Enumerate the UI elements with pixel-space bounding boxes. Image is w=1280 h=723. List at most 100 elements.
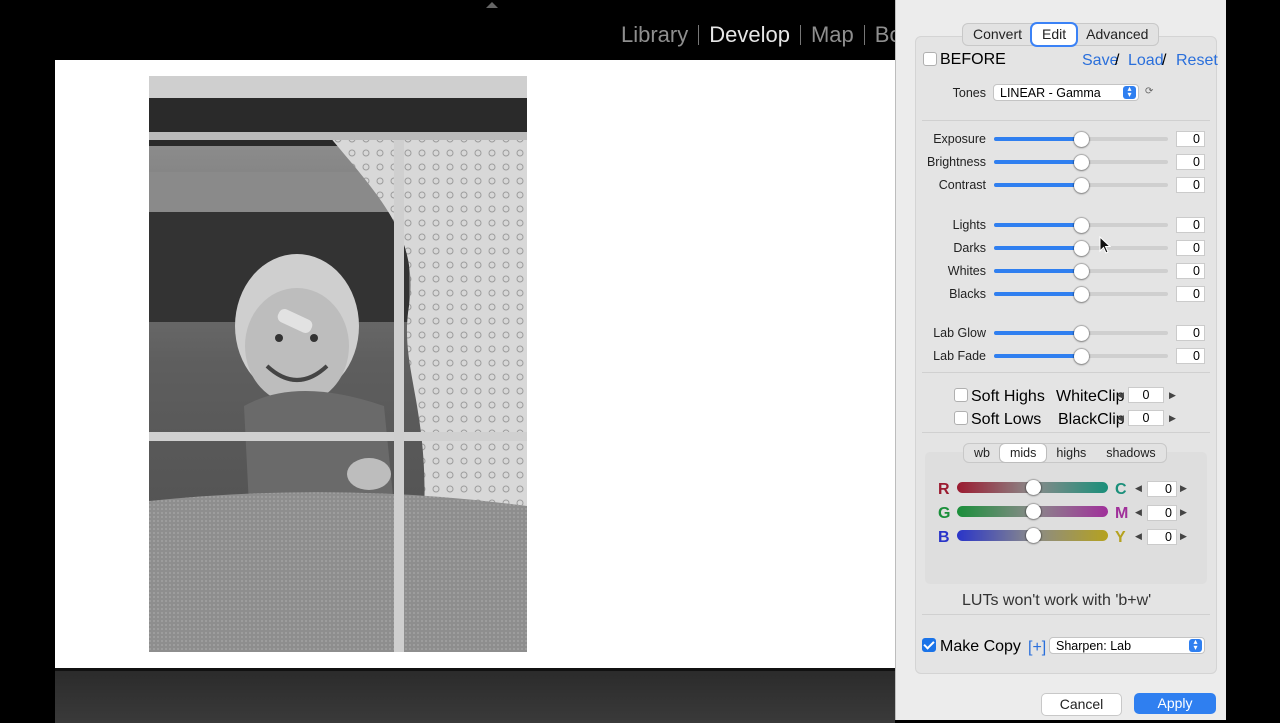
b-y-increment-icon[interactable]: ▶: [1180, 531, 1187, 542]
mode-tabs: Convert Edit Advanced: [962, 23, 1160, 46]
whites-slider-fill: [994, 269, 1081, 273]
tab-edit[interactable]: Edit: [1032, 24, 1077, 45]
mouse-cursor-icon: [1099, 236, 1111, 254]
lab-glow-slider-fill: [994, 331, 1081, 335]
soft-lows-checkbox[interactable]: [954, 411, 968, 425]
r-c-increment-icon[interactable]: ▶: [1180, 483, 1187, 494]
r-c-color-slider-thumb[interactable]: [1025, 480, 1041, 495]
module-map[interactable]: Map: [801, 22, 864, 48]
tones-label: Tones: [952, 86, 986, 100]
soft-highs-label: Soft Highs: [971, 388, 1045, 405]
load-link[interactable]: Load: [1128, 52, 1164, 70]
sharpen-select[interactable]: Sharpen: Lab ▴ ▾: [1049, 637, 1205, 654]
tab-shadows[interactable]: shadows: [1096, 444, 1165, 462]
photo-preview: [149, 76, 527, 652]
tab-wb[interactable]: wb: [964, 444, 1000, 462]
blacks-slider-thumb[interactable]: [1074, 287, 1089, 302]
blackclip-decrement-icon[interactable]: ◀: [1117, 413, 1124, 424]
tab-convert[interactable]: Convert: [963, 24, 1032, 45]
before-label: BEFORE: [940, 51, 1006, 68]
r-c-left-letter: R: [938, 481, 950, 498]
r-c-right-letter: C: [1115, 481, 1127, 498]
exposure-field[interactable]: 0: [1176, 131, 1205, 147]
before-checkbox[interactable]: [923, 52, 937, 66]
filmstrip-toolbar: [55, 668, 895, 723]
lab-fade-label: Lab Fade: [933, 349, 986, 363]
whiteclip-field[interactable]: 0: [1128, 387, 1164, 403]
color-range-tabs: wb mids highs shadows: [963, 443, 1167, 463]
g-m-color-slider-thumb[interactable]: [1025, 504, 1041, 519]
cancel-button[interactable]: Cancel: [1041, 693, 1122, 716]
blackclip-increment-icon[interactable]: ▶: [1169, 413, 1176, 424]
contrast-label: Contrast: [938, 178, 986, 192]
lights-slider-fill: [994, 223, 1081, 227]
tab-mids[interactable]: mids: [999, 444, 1047, 462]
collapse-panel-triangle-icon[interactable]: [486, 2, 498, 8]
tab-highs[interactable]: highs: [1046, 444, 1096, 462]
exposure-slider-fill: [994, 137, 1081, 141]
blacks-slider-fill: [994, 292, 1081, 296]
lab-glow-slider-thumb[interactable]: [1074, 326, 1089, 341]
whiteclip-label: WhiteClip: [1056, 388, 1125, 405]
add-step-link[interactable]: [+]: [1028, 639, 1046, 657]
brightness-slider-thumb[interactable]: [1074, 155, 1089, 170]
sharpen-select-value: Sharpen: Lab: [1056, 639, 1132, 653]
darks-field[interactable]: 0: [1176, 240, 1205, 256]
link-separator: /: [1162, 52, 1167, 69]
g-m-decrement-icon[interactable]: ◀: [1135, 507, 1142, 518]
b-y-field[interactable]: 0: [1147, 529, 1177, 545]
whites-field[interactable]: 0: [1176, 263, 1205, 279]
lut-note: LUTs won't work with 'b+w': [962, 592, 1152, 609]
make-copy-checkbox[interactable]: [922, 638, 936, 652]
lights-field[interactable]: 0: [1176, 217, 1205, 233]
b-y-right-letter: Y: [1115, 529, 1126, 546]
r-c-field[interactable]: 0: [1147, 481, 1177, 497]
g-m-right-letter: M: [1115, 505, 1129, 522]
module-library[interactable]: Library: [621, 22, 698, 48]
b-y-left-letter: B: [938, 529, 950, 546]
divider: [922, 614, 1210, 615]
brightness-slider-fill: [994, 160, 1081, 164]
tones-reset-icon[interactable]: ⟳: [1145, 86, 1153, 97]
brightness-field[interactable]: 0: [1176, 154, 1205, 170]
g-m-increment-icon[interactable]: ▶: [1180, 507, 1187, 518]
contrast-slider-fill: [994, 183, 1081, 187]
lab-fade-field[interactable]: 0: [1176, 348, 1205, 364]
blackclip-field[interactable]: 0: [1128, 410, 1164, 426]
module-picker: Library Develop Map Bo: [621, 22, 912, 48]
exposure-label: Exposure: [933, 132, 986, 146]
lights-label: Lights: [952, 218, 986, 232]
b-y-decrement-icon[interactable]: ◀: [1135, 531, 1142, 542]
exposure-slider-thumb[interactable]: [1074, 132, 1089, 147]
whiteclip-increment-icon[interactable]: ▶: [1169, 390, 1176, 401]
child-at-window-photo: [149, 76, 527, 652]
whiteclip-decrement-icon[interactable]: ◀: [1117, 390, 1124, 401]
apply-button[interactable]: Apply: [1134, 693, 1216, 714]
b-y-color-slider-thumb[interactable]: [1025, 528, 1041, 543]
whites-slider-thumb[interactable]: [1074, 264, 1089, 279]
tones-select[interactable]: LINEAR - Gamma ▴ ▾: [993, 84, 1139, 101]
lab-glow-label: Lab Glow: [933, 326, 986, 340]
r-c-decrement-icon[interactable]: ◀: [1135, 483, 1142, 494]
lab-fade-slider-thumb[interactable]: [1074, 349, 1089, 364]
soft-lows-label: Soft Lows: [971, 411, 1042, 428]
lab-glow-field[interactable]: 0: [1176, 325, 1205, 341]
link-separator: /: [1115, 52, 1120, 69]
contrast-slider-thumb[interactable]: [1074, 178, 1089, 193]
soft-highs-checkbox[interactable]: [954, 388, 968, 402]
g-m-left-letter: G: [938, 505, 951, 522]
make-copy-label: Make Copy: [940, 638, 1021, 655]
select-arrows-icon: ▴ ▾: [1123, 85, 1136, 99]
brightness-label: Brightness: [926, 155, 986, 169]
darks-slider-thumb[interactable]: [1074, 241, 1089, 256]
lights-slider-thumb[interactable]: [1074, 218, 1089, 233]
contrast-field[interactable]: 0: [1176, 177, 1205, 193]
g-m-field[interactable]: 0: [1147, 505, 1177, 521]
module-develop[interactable]: Develop: [699, 22, 800, 48]
divider: [922, 432, 1210, 433]
reset-link[interactable]: Reset: [1176, 52, 1218, 70]
tab-advanced[interactable]: Advanced: [1076, 24, 1158, 45]
blacks-field[interactable]: 0: [1176, 286, 1205, 302]
save-link[interactable]: Save: [1082, 52, 1118, 70]
divider: [922, 372, 1210, 373]
